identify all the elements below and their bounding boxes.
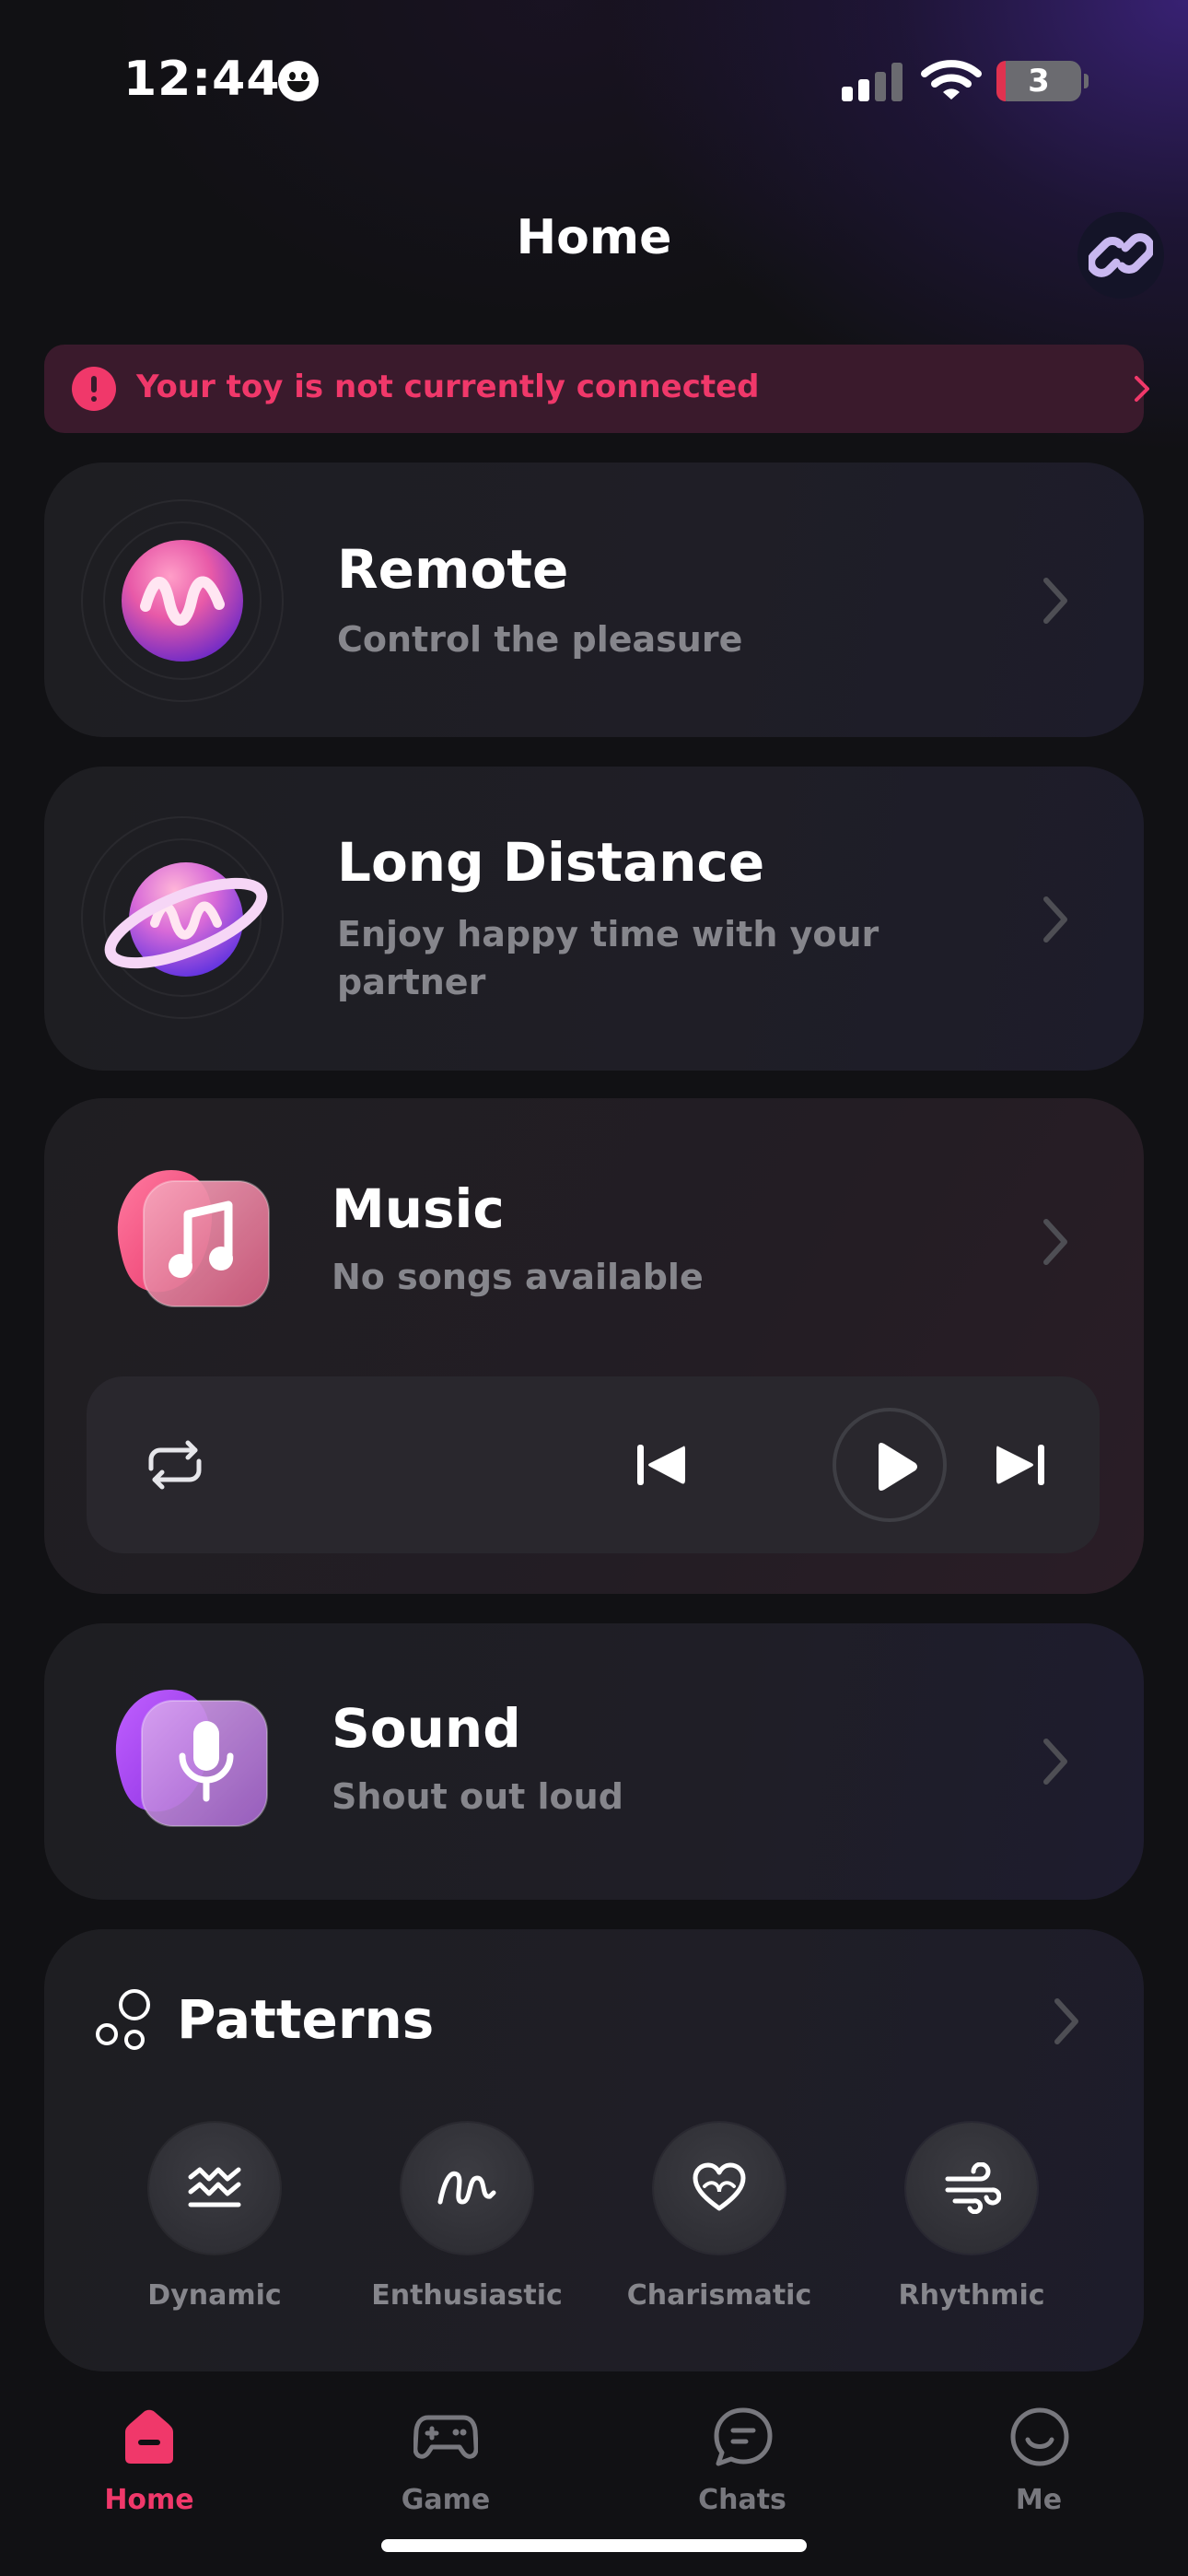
tab-me-label: Me	[1015, 2484, 1063, 2516]
music-title: Music	[332, 1177, 505, 1240]
planet-icon	[104, 862, 268, 977]
pattern-dynamic-button[interactable]	[149, 2123, 280, 2254]
alert-text: Your toy is not currently connected	[136, 369, 760, 405]
home-icon	[125, 2409, 173, 2464]
smile-icon	[1010, 2407, 1069, 2466]
previous-track-icon[interactable]	[634, 1441, 689, 1489]
tab-home[interactable]: Home	[48, 2406, 250, 2526]
chevron-right-icon	[1043, 578, 1067, 624]
music-subtitle: No songs available	[332, 1257, 704, 1297]
cellular-signal-icon	[842, 61, 906, 101]
pattern-dynamic-label: Dynamic	[147, 2279, 282, 2312]
tab-chats-label: Chats	[698, 2484, 786, 2516]
next-track-icon[interactable]	[993, 1441, 1048, 1489]
sound-card[interactable]: Sound Shout out loud	[44, 1623, 1144, 1900]
wifi-icon	[921, 60, 982, 100]
tab-me[interactable]: Me	[938, 2406, 1140, 2526]
connection-alert-banner[interactable]: Your toy is not currently connected	[44, 345, 1149, 433]
battery-indicator: 3	[996, 61, 1089, 101]
music-player-controls	[87, 1376, 1100, 1553]
microphone-icon	[115, 1690, 268, 1827]
pattern-enthusiastic-button[interactable]	[402, 2123, 532, 2254]
status-bar: 12:44 3	[0, 0, 1188, 157]
bubbles-icon	[96, 1989, 150, 2050]
music-card[interactable]: Music No songs available	[44, 1098, 1144, 1594]
home-indicator[interactable]	[381, 2539, 807, 2552]
wave-icon	[188, 2167, 241, 2207]
long-distance-subtitle-line1: Enjoy happy time with your	[337, 914, 879, 954]
pattern-enthusiastic-label: Enthusiastic	[371, 2279, 563, 2312]
squiggle-icon	[437, 2171, 496, 2205]
pattern-charismatic-label: Charismatic	[626, 2279, 812, 2312]
gamepad-icon	[413, 2415, 478, 2459]
remote-subtitle: Control the pleasure	[337, 619, 743, 660]
chevron-right-icon	[1043, 896, 1067, 943]
sound-subtitle: Shout out loud	[332, 1776, 623, 1817]
pattern-rhythmic-label: Rhythmic	[898, 2279, 1045, 2312]
long-distance-subtitle-line2: partner	[337, 962, 486, 1002]
chevron-right-icon	[1043, 1219, 1067, 1265]
tab-game[interactable]: Game	[344, 2406, 547, 2526]
link-button[interactable]	[1077, 212, 1164, 299]
patterns-title: Patterns	[177, 1988, 435, 2051]
alert-icon	[72, 367, 116, 411]
tab-chats[interactable]: Chats	[641, 2406, 844, 2526]
battery-level: 3	[1028, 63, 1050, 100]
remote-title: Remote	[337, 538, 569, 601]
status-time: 12:44	[123, 52, 281, 107]
pattern-rhythmic-button[interactable]	[906, 2123, 1037, 2254]
long-distance-title: Long Distance	[337, 831, 765, 894]
wind-icon	[945, 2162, 1001, 2214]
page-title: Home	[516, 210, 672, 265]
tab-game-label: Game	[401, 2484, 491, 2516]
remote-orb-icon	[122, 540, 243, 662]
sound-title: Sound	[332, 1697, 521, 1760]
long-distance-card[interactable]: Long Distance Enjoy happy time with your…	[44, 767, 1144, 1071]
remote-card[interactable]: Remote Control the pleasure	[44, 463, 1144, 737]
chevron-right-icon[interactable]	[1048, 1994, 1085, 2049]
heart-icon	[693, 2162, 746, 2211]
play-button[interactable]	[833, 1408, 947, 1522]
repeat-icon[interactable]	[142, 1437, 208, 1493]
play-icon	[879, 1443, 917, 1491]
link-icon	[1089, 233, 1153, 277]
chevron-right-icon	[1043, 1739, 1067, 1785]
chat-icon	[714, 2407, 773, 2466]
pattern-charismatic-button[interactable]	[654, 2123, 785, 2254]
smiley-icon	[278, 61, 319, 101]
music-note-icon	[117, 1170, 270, 1307]
patterns-card: Patterns Dynamic Enthusiastic Charismati…	[44, 1929, 1144, 2371]
tab-home-label: Home	[104, 2484, 194, 2516]
chevron-right-icon	[1135, 376, 1149, 402]
